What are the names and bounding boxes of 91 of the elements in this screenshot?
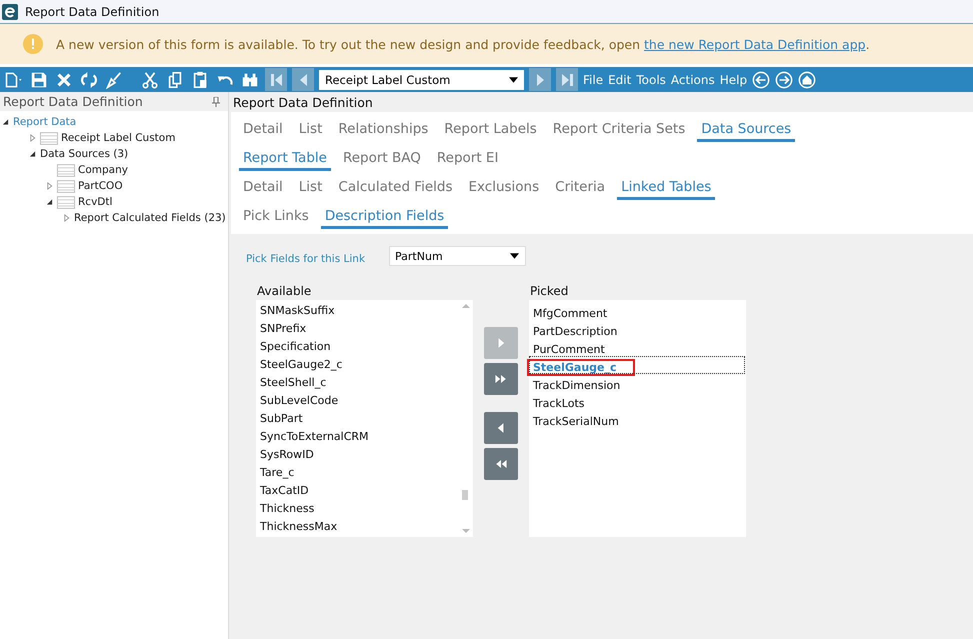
skip-left-icon bbox=[270, 74, 282, 86]
all-left-button[interactable] bbox=[484, 448, 518, 480]
tab[interactable]: Pick Links bbox=[239, 206, 313, 229]
list-item[interactable]: SubPart bbox=[256, 410, 303, 428]
tree-item[interactable]: PartCOO bbox=[78, 180, 123, 192]
list-item[interactable]: PartDescription bbox=[529, 325, 618, 338]
tab[interactable]: Relationships bbox=[334, 119, 432, 142]
menu-item[interactable]: Tools bbox=[636, 72, 666, 86]
binoculars-icon[interactable] bbox=[240, 70, 260, 88]
brush-icon[interactable] bbox=[104, 70, 124, 88]
tab[interactable]: Report Table bbox=[239, 148, 331, 171]
tab[interactable]: List bbox=[294, 119, 326, 142]
list-item[interactable]: TrackSerialNum bbox=[529, 415, 619, 428]
skip-right-icon bbox=[562, 74, 572, 86]
home-icon[interactable] bbox=[798, 70, 816, 88]
list-item[interactable]: SteelShell_c bbox=[256, 374, 326, 392]
expanded-arrow-icon[interactable] bbox=[2, 118, 8, 126]
table-icon bbox=[57, 180, 75, 192]
one-left-button[interactable] bbox=[484, 412, 518, 444]
tab[interactable]: Report Criteria Sets bbox=[548, 119, 690, 142]
tree-item[interactable]: RcvDtl bbox=[78, 196, 112, 208]
list-item[interactable]: Thickness bbox=[256, 500, 314, 518]
tab[interactable]: Calculated Fields bbox=[334, 177, 456, 200]
record-dropdown[interactable]: Receipt Label Custom bbox=[319, 70, 524, 90]
forward-icon[interactable] bbox=[775, 70, 794, 88]
tab[interactable]: Exclusions bbox=[464, 177, 544, 200]
tab[interactable]: Report EI bbox=[432, 148, 502, 171]
list-item[interactable]: SubLevelCode bbox=[256, 392, 338, 410]
tab[interactable]: Linked Tables bbox=[617, 177, 716, 200]
menu-item[interactable]: Edit bbox=[608, 72, 632, 86]
list-item[interactable]: ThicknessMax bbox=[256, 518, 338, 536]
scrollbar[interactable] bbox=[461, 304, 469, 533]
tab[interactable]: Description Fields bbox=[320, 206, 448, 229]
caret-icon bbox=[509, 76, 518, 82]
list-item[interactable]: Specification bbox=[256, 338, 331, 356]
new-document-icon[interactable] bbox=[4, 70, 24, 88]
available-list[interactable]: SNMaskSuffix SNPrefix Specification SteelGauge2_c SteelShell_c SubLevelCode SubPart SyncToExternalCRM SysRowID Tare_c TaxCatID Thickness ThicknessMax bbox=[256, 300, 473, 537]
tree-item[interactable]: Data Sources (3) bbox=[40, 148, 128, 160]
menu-item[interactable]: Actions bbox=[670, 72, 715, 86]
list-item[interactable]: TrackDimension bbox=[529, 379, 620, 392]
notice-text: A new version of this form is available. To try out the new design and provide feedback, open the new Report Data Definition app. bbox=[56, 36, 870, 52]
list-item[interactable]: SyncToExternalCRM bbox=[256, 428, 369, 446]
table-icon bbox=[57, 196, 75, 208]
save-icon[interactable] bbox=[29, 70, 49, 88]
tab[interactable]: Detail bbox=[239, 177, 287, 200]
collapsed-arrow-icon[interactable] bbox=[28, 134, 36, 142]
panel-title: Report Data Definition bbox=[3, 94, 143, 109]
refresh-icon[interactable] bbox=[79, 70, 99, 88]
triangle-left-icon bbox=[300, 74, 306, 86]
collapsed-arrow-icon[interactable] bbox=[62, 214, 70, 222]
tree-item[interactable]: Report Data bbox=[13, 116, 76, 128]
list-item[interactable]: TrackLots bbox=[529, 397, 584, 410]
list-item[interactable]: Tare_c bbox=[256, 464, 294, 482]
tree-item[interactable]: Receipt Label Custom bbox=[61, 132, 176, 144]
collapsed-arrow-icon[interactable] bbox=[46, 182, 52, 190]
list-item[interactable]: SNPrefix bbox=[256, 320, 306, 338]
tab[interactable]: Data Sources bbox=[697, 119, 796, 142]
tab[interactable]: Report Labels bbox=[440, 119, 541, 142]
tab[interactable]: Criteria bbox=[551, 177, 610, 200]
link-dropdown[interactable]: PartNum bbox=[389, 246, 526, 266]
form-title: Report Data Definition bbox=[233, 94, 373, 110]
list-item[interactable]: MfgComment bbox=[529, 307, 608, 320]
list-item[interactable]: PurComment bbox=[529, 343, 605, 356]
list-item[interactable]: SysRowID bbox=[256, 446, 314, 464]
list-item[interactable]: TaxCatID bbox=[256, 482, 309, 500]
list-title: Picked bbox=[529, 284, 570, 300]
table-icon bbox=[57, 164, 75, 176]
list-item[interactable]: SteelGauge2_c bbox=[256, 356, 342, 374]
back-icon[interactable] bbox=[752, 70, 770, 88]
all-right-button[interactable] bbox=[484, 363, 518, 395]
field-label: Pick Fields for this Link bbox=[246, 253, 366, 265]
tree-item[interactable]: Company bbox=[78, 164, 128, 176]
tab[interactable]: List bbox=[294, 177, 326, 200]
picked-list[interactable]: MfgComment PartDescription PurComment SteelGauge_c TrackDimension TrackLots TrackSerialNum bbox=[529, 300, 746, 537]
expanded-arrow-icon[interactable] bbox=[46, 198, 52, 206]
list-title: Available bbox=[256, 284, 312, 300]
menu-item[interactable]: File bbox=[583, 72, 604, 86]
tree-item[interactable]: Report Calculated Fields (23) bbox=[74, 212, 226, 224]
window-title: Report Data Definition bbox=[25, 4, 160, 18]
tab[interactable]: Report BAQ bbox=[338, 148, 425, 171]
pin-icon[interactable] bbox=[212, 96, 220, 106]
warning-icon bbox=[23, 34, 43, 54]
menu-item[interactable]: Help bbox=[720, 72, 748, 86]
list-item[interactable]: SteelGauge_c bbox=[529, 361, 633, 374]
triangle-right-icon bbox=[536, 74, 544, 86]
cut-icon[interactable] bbox=[140, 70, 160, 88]
caret-icon bbox=[510, 253, 520, 259]
table-icon bbox=[40, 132, 58, 144]
list-item[interactable]: SNMaskSuffix bbox=[256, 302, 335, 320]
tab[interactable]: Detail bbox=[239, 119, 287, 142]
expanded-arrow-icon[interactable] bbox=[28, 150, 36, 158]
